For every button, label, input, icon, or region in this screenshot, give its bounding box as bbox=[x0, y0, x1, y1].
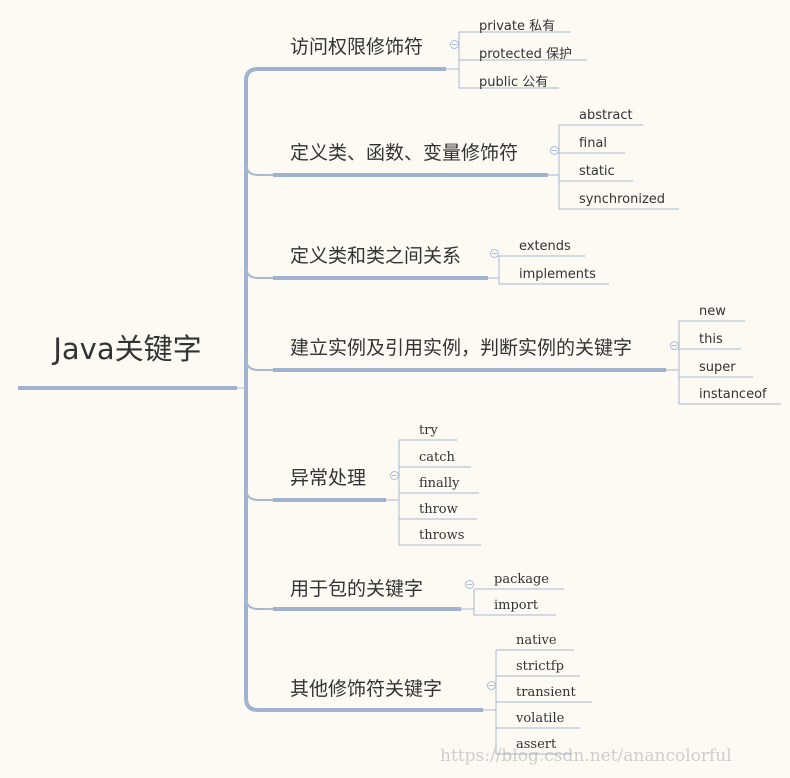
branch-connector bbox=[245, 265, 273, 279]
leaf-topic[interactable]: super bbox=[699, 360, 736, 375]
branch-topic-label[interactable]: 用于包的关键字 bbox=[290, 574, 423, 601]
leaf-topic[interactable]: throw bbox=[419, 502, 458, 517]
leaf-topic[interactable]: new bbox=[699, 304, 726, 319]
leaf-topic[interactable]: package bbox=[494, 572, 549, 587]
branch-topic-label[interactable]: 其他修饰符关键字 bbox=[290, 674, 442, 701]
collapse-toggle-icon[interactable] bbox=[450, 40, 459, 49]
root-topic-label[interactable]: Java关键字 bbox=[18, 326, 237, 368]
watermark: https://blog.csdn.net/anancolorful bbox=[440, 746, 732, 766]
leaf-topic[interactable]: import bbox=[494, 598, 538, 613]
leaf-topic[interactable]: this bbox=[699, 332, 723, 347]
collapse-toggle-icon[interactable] bbox=[487, 681, 496, 690]
branch-topic-label[interactable]: 异常处理 bbox=[290, 463, 366, 490]
collapse-toggle-icon[interactable] bbox=[550, 146, 559, 155]
collapse-toggle-icon[interactable] bbox=[390, 471, 399, 480]
leaf-topic[interactable]: implements bbox=[519, 267, 596, 282]
collapse-toggle-icon[interactable] bbox=[670, 341, 679, 350]
leaf-topic[interactable]: instanceof bbox=[699, 387, 767, 402]
leaf-topic[interactable]: extends bbox=[519, 239, 571, 254]
branch-connector bbox=[245, 596, 273, 610]
leaf-topic[interactable]: volatile bbox=[516, 711, 564, 726]
leaf-topic[interactable]: transient bbox=[516, 685, 576, 700]
leaf-topic[interactable]: strictfp bbox=[516, 659, 564, 674]
leaf-topic[interactable]: catch bbox=[419, 450, 455, 465]
leaf-topic[interactable]: private 私有 bbox=[479, 15, 555, 34]
leaf-topic[interactable]: abstract bbox=[579, 108, 633, 123]
collapse-toggle-icon[interactable] bbox=[490, 249, 499, 258]
leaf-topic[interactable]: throws bbox=[419, 528, 464, 543]
branch-topic-label[interactable]: 建立实例及引用实例，判断实例的关键字 bbox=[290, 333, 632, 360]
branch-connector bbox=[245, 357, 273, 371]
branch-topic-label[interactable]: 定义类、函数、变量修饰符 bbox=[290, 138, 518, 165]
branch-connector bbox=[245, 487, 273, 501]
leaf-topic[interactable]: public 公有 bbox=[479, 71, 548, 90]
collapse-toggle-icon[interactable] bbox=[465, 580, 474, 589]
leaf-topic[interactable]: protected 保护 bbox=[479, 43, 572, 62]
leaf-topic[interactable]: finally bbox=[419, 476, 459, 491]
leaf-topic[interactable]: synchronized bbox=[579, 192, 665, 207]
mind-map-canvas bbox=[18, 31, 781, 755]
leaf-topic[interactable]: static bbox=[579, 164, 615, 179]
leaf-topic[interactable]: final bbox=[579, 136, 607, 151]
leaf-topic[interactable]: native bbox=[516, 633, 557, 648]
branch-connector bbox=[245, 162, 273, 176]
main-spine bbox=[244, 67, 273, 712]
branch-topic-label[interactable]: 定义类和类之间关系 bbox=[290, 241, 461, 268]
branch-topic-label[interactable]: 访问权限修饰符 bbox=[290, 32, 423, 59]
leaf-topic[interactable]: try bbox=[419, 423, 438, 438]
